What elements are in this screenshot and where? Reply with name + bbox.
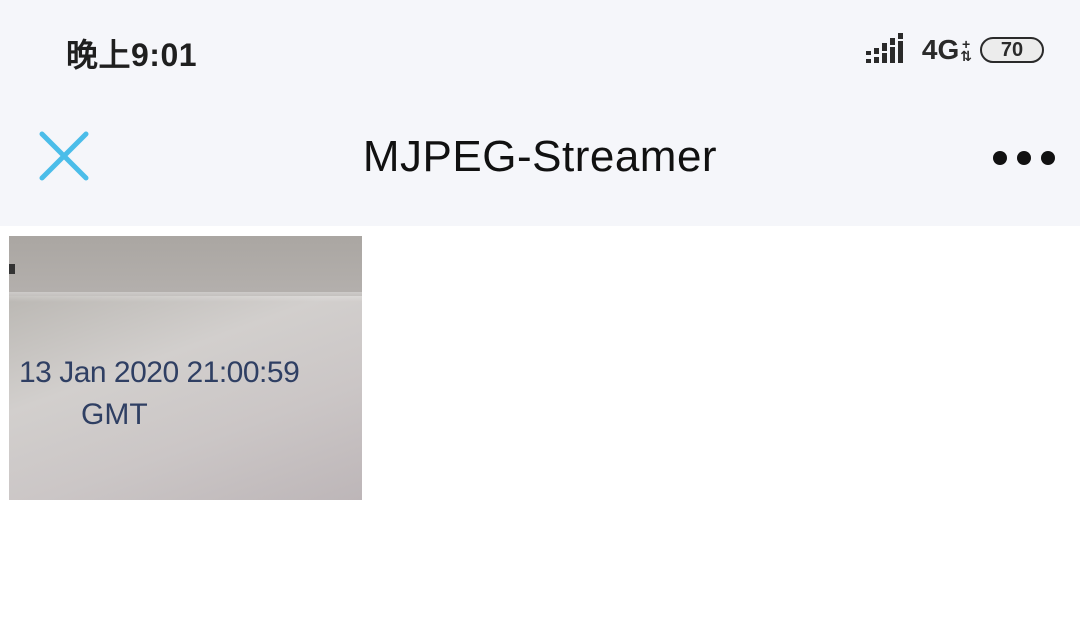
stream-timezone: GMT [81,398,148,431]
stream-timestamp: 13 Jan 2020 21:00:59 [19,356,300,389]
navigation-bar: MJPEG-Streamer [0,96,1080,226]
stream-image: 13 Jan 2020 21:00:59 GMT [9,236,362,500]
page-title: MJPEG-Streamer [362,132,718,181]
data-transfer-icon: + ⇅ [960,36,972,64]
battery-indicator: 70 [980,37,1044,63]
status-indicators: 4G + ⇅ 70 [865,32,1044,68]
more-options-button[interactable] [988,140,1060,176]
frame-mark [9,264,15,274]
battery-level: 70 [1000,38,1024,61]
signal-icon [865,33,903,63]
status-time: 晚上9:01 [66,37,198,73]
network-type: 4G [921,34,960,65]
frame-fold [9,292,362,302]
frame-background-band [9,236,362,296]
more-icon [993,151,1055,165]
status-bar: 晚上9:01 4G + ⇅ 70 [0,0,1080,96]
